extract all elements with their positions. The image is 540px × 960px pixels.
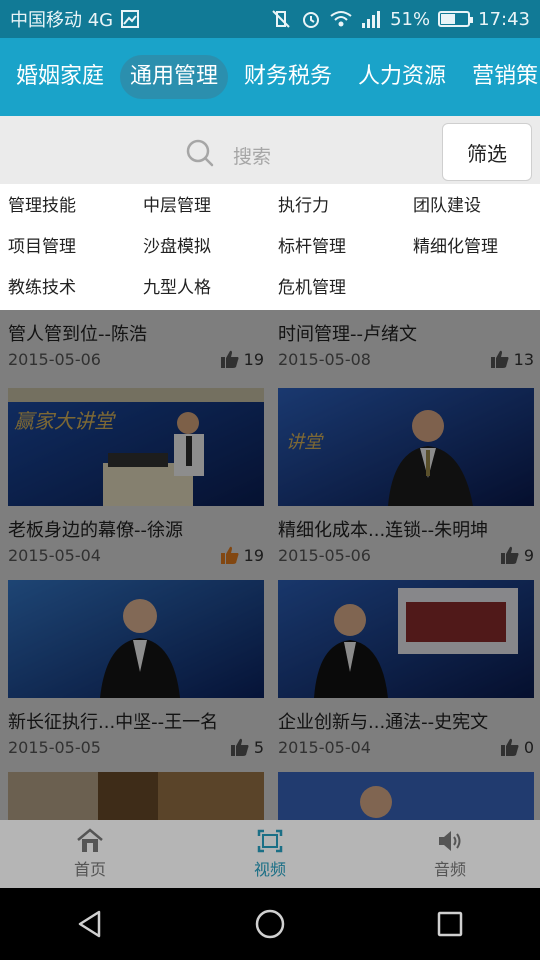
video-card[interactable]: 时间管理--卢绪文 2015-05-08 13 [278,310,534,372]
nav-video[interactable]: 视频 [210,828,330,880]
clock: 17:43 [478,8,530,30]
tab-marriage-family[interactable]: 婚姻家庭 [6,55,114,99]
video-card[interactable]: 新长征执行...中坚--王一名 2015-05-05 5 [8,580,264,760]
system-nav-bar [0,888,540,960]
video-thumbnail [8,580,264,698]
like-count[interactable]: 19 [220,349,264,369]
video-title: 新长征执行...中坚--王一名 [8,712,219,732]
like-count[interactable]: 19 [220,545,264,565]
video-icon [257,829,283,853]
video-date: 2015-05-08 [278,349,371,369]
recents-button[interactable] [430,904,470,944]
filter-panel: 管理技能 中层管理 执行力 团队建设 项目管理 沙盘模拟 标杆管理 精细化管理 … [0,184,540,310]
nav-home[interactable]: 首页 [30,828,150,880]
thumbs-up-icon [220,546,239,564]
filter-management-skills[interactable]: 管理技能 [0,186,135,227]
battery-icon [438,11,474,27]
filter-sandbox-simulation[interactable]: 沙盘模拟 [135,227,270,268]
tab-human-resources[interactable]: 人力资源 [348,55,456,99]
filter-lean-management[interactable]: 精细化管理 [405,227,540,268]
search-placeholder: 搜索 [233,146,272,168]
like-count[interactable]: 9 [500,545,534,565]
video-card[interactable]: 赢家大讲堂 老板身边的幕僚--徐源 2015-05-04 19 [8,388,264,568]
recents-square-icon [437,911,463,937]
status-bar: 中国移动 4G 51% 17:43 [0,0,540,38]
video-card[interactable] [278,772,534,820]
search-bar: 搜索 筛选 [0,116,540,184]
tab-finance-tax[interactable]: 财务税务 [234,55,342,99]
filter-button[interactable]: 筛选 [442,123,532,181]
video-title: 老板身边的幕僚--徐源 [8,520,183,540]
thumbs-up-icon [490,350,509,368]
svg-text:讲堂: 讲堂 [286,432,324,453]
back-button[interactable] [70,904,110,944]
video-thumbnail [8,772,264,820]
thumbs-up-icon [500,738,519,756]
home-circle-icon [255,909,285,939]
filter-execution[interactable]: 执行力 [270,186,405,227]
video-date: 2015-05-04 [278,737,371,757]
signal-4g-icon [360,9,382,29]
category-tab-bar: 婚姻家庭 通用管理 财务税务 人力资源 营销策 [0,38,540,116]
back-triangle-icon [78,910,101,938]
video-thumbnail: 赢家大讲堂 [8,388,264,506]
thumbs-up-icon [220,350,239,368]
like-count[interactable]: 5 [230,737,264,757]
thumbs-up-icon [230,738,249,756]
vibrate-off-icon [270,9,292,29]
video-title: 精细化成本...连锁--朱明坤 [278,520,489,540]
video-date: 2015-05-06 [278,545,371,565]
video-thumbnail [278,580,534,698]
filter-benchmark-management[interactable]: 标杆管理 [270,227,405,268]
nav-audio[interactable]: 音频 [390,828,510,880]
video-grid: 管人管到位--陈浩 2015-05-06 19 时间管理--卢绪文 2015-0… [0,310,540,820]
svg-text:赢家大讲堂: 赢家大讲堂 [14,409,117,433]
search-icon [185,138,215,173]
video-card[interactable]: 管人管到位--陈浩 2015-05-06 19 [8,310,264,372]
video-date: 2015-05-04 [8,545,101,565]
tab-general-management[interactable]: 通用管理 [120,55,229,99]
filter-coaching[interactable]: 教练技术 [0,268,135,309]
alarm-icon [300,9,322,29]
video-title: 企业创新与...通法--史宪文 [278,712,489,732]
tab-marketing[interactable]: 营销策 [462,55,540,99]
audio-icon [439,831,461,851]
carrier-label: 中国移动 4G [10,10,114,31]
home-icon [77,828,103,852]
video-title: 管人管到位--陈浩 [8,324,147,344]
like-count[interactable]: 0 [500,737,534,757]
like-count[interactable]: 13 [490,349,534,369]
video-date: 2015-05-05 [8,737,101,757]
search-input[interactable]: 搜索 [185,138,271,173]
video-title: 时间管理--卢绪文 [278,324,417,344]
wifi-icon [330,9,352,29]
filter-crisis-management[interactable]: 危机管理 [270,268,405,309]
filter-enneagram[interactable]: 九型人格 [135,268,270,309]
video-thumbnail [278,772,534,820]
battery-percent: 51% [390,8,431,30]
image-notification-icon [119,9,141,29]
video-card[interactable] [8,772,264,820]
video-thumbnail: 讲堂 [278,388,534,506]
filter-team-building[interactable]: 团队建设 [405,186,540,227]
video-date: 2015-05-06 [8,349,101,369]
video-card[interactable]: 企业创新与...通法--史宪文 2015-05-04 0 [278,580,534,760]
video-card[interactable]: 讲堂 精细化成本...连锁--朱明坤 2015-05-06 9 [278,388,534,568]
thumbs-up-icon [500,546,519,564]
home-button[interactable] [250,904,290,944]
filter-middle-management[interactable]: 中层管理 [135,186,270,227]
filter-project-management[interactable]: 项目管理 [0,227,135,268]
bottom-nav: 首页 视频 音频 [0,820,540,888]
